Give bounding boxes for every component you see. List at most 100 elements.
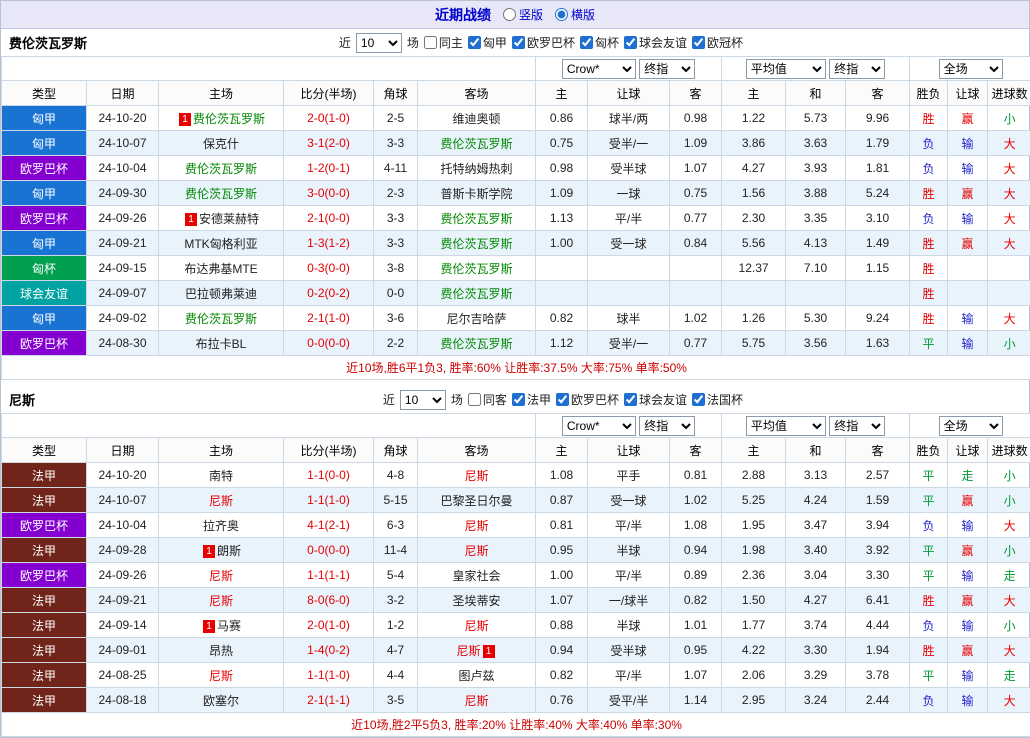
- away-odds-cell: 0.82: [670, 588, 722, 613]
- match-row: 匈甲24-09-21MTK匈格利亚1-3(1-2)3-3费伦茨瓦罗斯1.00受一…: [2, 231, 1030, 256]
- league-checkbox[interactable]: [512, 36, 525, 49]
- avg-away-odds-cell: 1.81: [846, 156, 910, 181]
- result-cell: 胜: [910, 181, 948, 206]
- league-filter[interactable]: 球会友谊: [624, 391, 687, 408]
- horizontal-layout-radio[interactable]: [555, 8, 568, 21]
- same-venue-checkbox[interactable]: [468, 393, 481, 406]
- away-team-name: 尼尔吉哈萨: [447, 312, 507, 326]
- home-odds-cell: 1.09: [536, 181, 588, 206]
- column-header-avg-home: 主: [722, 438, 786, 463]
- league-checkbox[interactable]: [692, 393, 705, 406]
- league-filter[interactable]: 法甲: [512, 391, 551, 408]
- average-select[interactable]: 平均值: [746, 416, 826, 436]
- handicap-cell: 一/球半: [588, 588, 670, 613]
- date-cell: 24-10-07: [87, 131, 159, 156]
- same-venue-filter[interactable]: 同主: [424, 34, 463, 51]
- league-cell: 法甲: [2, 688, 87, 713]
- away-team-name: 托特纳姆热刺: [441, 162, 513, 176]
- bookmaker-select[interactable]: Crow*: [562, 416, 636, 436]
- avg-home-odds-cell: 2.95: [722, 688, 786, 713]
- layout-radio-vertical[interactable]: 竖版: [503, 6, 543, 23]
- league-cell: 法甲: [2, 663, 87, 688]
- avg-home-odds-cell: 4.27: [722, 156, 786, 181]
- match-row: 匈甲24-10-201费伦茨瓦罗斯2-0(1-0)2-5维迪奥顿0.86球半/两…: [2, 106, 1030, 131]
- match-count-select[interactable]: 10: [400, 390, 446, 410]
- same-venue-filter[interactable]: 同客: [468, 391, 507, 408]
- league-checkbox[interactable]: [624, 393, 637, 406]
- league-filter[interactable]: 欧冠杯: [692, 34, 743, 51]
- score-cell: 3-0(0-0): [284, 181, 374, 206]
- scope-select[interactable]: 全场: [939, 59, 1003, 79]
- handicap-cell: 受平/半: [588, 688, 670, 713]
- odds-stage-select[interactable]: 终指: [639, 416, 695, 436]
- same-venue-checkbox[interactable]: [424, 36, 437, 49]
- away-team-cell: 维迪奥顿: [418, 106, 536, 131]
- date-cell: 24-09-30: [87, 181, 159, 206]
- away-team-cell: 尼斯: [418, 688, 536, 713]
- odds-stage-select[interactable]: 终指: [639, 59, 695, 79]
- match-count-select[interactable]: 10: [356, 33, 402, 53]
- league-filter[interactable]: 匈甲: [468, 34, 507, 51]
- result-cell: 平: [910, 488, 948, 513]
- away-odds-cell: 0.81: [670, 463, 722, 488]
- page-title: 近期战绩: [435, 5, 491, 25]
- vertical-layout-radio[interactable]: [503, 8, 516, 21]
- rank-badge: 1: [203, 545, 215, 558]
- handicap-result-cell: 赢: [948, 106, 988, 131]
- league-checkbox[interactable]: [512, 393, 525, 406]
- avg-stage-select[interactable]: 终指: [829, 416, 885, 436]
- avg-away-odds-cell: 1.59: [846, 488, 910, 513]
- home-team-name: 马赛: [217, 619, 241, 633]
- goals-result-cell: 大: [988, 206, 1030, 231]
- handicap-result-cell: 赢: [948, 231, 988, 256]
- match-row: 匈甲24-10-07保克什3-1(2-0)3-3费伦茨瓦罗斯0.75受半/一1.…: [2, 131, 1030, 156]
- league-filter[interactable]: 匈杯: [580, 34, 619, 51]
- bookmaker-select[interactable]: Crow*: [562, 59, 636, 79]
- home-team-name: 南特: [209, 469, 233, 483]
- league-filter[interactable]: 欧罗巴杯: [556, 391, 619, 408]
- handicap-result-cell: 输: [948, 131, 988, 156]
- league-checkbox[interactable]: [556, 393, 569, 406]
- league-filter[interactable]: 法国杯: [692, 391, 743, 408]
- away-odds-cell: 1.09: [670, 131, 722, 156]
- league-filter[interactable]: 欧罗巴杯: [512, 34, 575, 51]
- avg-draw-odds-cell: 4.24: [786, 488, 846, 513]
- avg-away-odds-cell: 1.49: [846, 231, 910, 256]
- avg-home-odds-cell: 2.36: [722, 563, 786, 588]
- home-odds-cell: 0.88: [536, 613, 588, 638]
- date-cell: 24-09-21: [87, 588, 159, 613]
- corners-cell: 3-3: [374, 206, 418, 231]
- recent-results-page: 近期战绩 竖版 横版 费伦茨瓦罗斯 近 10 场 同主 匈甲 欧罗巴杯 匈杯 球…: [0, 0, 1030, 738]
- avg-away-odds-cell: 9.96: [846, 106, 910, 131]
- avg-stage-select[interactable]: 终指: [829, 59, 885, 79]
- avg-home-odds-cell: 1.56: [722, 181, 786, 206]
- column-header-home: 主场: [159, 438, 284, 463]
- home-odds-cell: [536, 256, 588, 281]
- league-label: 法国杯: [707, 391, 743, 408]
- league-checkbox[interactable]: [580, 36, 593, 49]
- layout-radio-horizontal[interactable]: 横版: [555, 6, 595, 23]
- goals-result-cell: 大: [988, 156, 1030, 181]
- avg-home-odds-cell: 3.86: [722, 131, 786, 156]
- avg-home-odds-cell: 2.88: [722, 463, 786, 488]
- scope-select[interactable]: 全场: [939, 416, 1003, 436]
- avg-draw-odds-cell: 3.93: [786, 156, 846, 181]
- same-venue-label: 同主: [439, 34, 463, 51]
- average-select[interactable]: 平均值: [746, 59, 826, 79]
- handicap-cell: 球半: [588, 306, 670, 331]
- league-checkbox[interactable]: [692, 36, 705, 49]
- avg-away-odds-cell: 5.24: [846, 181, 910, 206]
- handicap-cell: 半球: [588, 538, 670, 563]
- league-checkbox[interactable]: [468, 36, 481, 49]
- score-cell: 3-1(2-0): [284, 131, 374, 156]
- league-filter[interactable]: 球会友谊: [624, 34, 687, 51]
- home-team-name: 安德莱赫特: [199, 212, 259, 226]
- away-team-name: 费伦茨瓦罗斯: [441, 237, 513, 251]
- away-odds-cell: 1.07: [670, 156, 722, 181]
- avg-away-odds-cell: 3.92: [846, 538, 910, 563]
- column-header-odds-home: 主: [536, 81, 588, 106]
- corners-cell: 4-4: [374, 663, 418, 688]
- score-cell: 1-2(0-1): [284, 156, 374, 181]
- league-checkbox[interactable]: [624, 36, 637, 49]
- avg-away-odds-cell: 2.44: [846, 688, 910, 713]
